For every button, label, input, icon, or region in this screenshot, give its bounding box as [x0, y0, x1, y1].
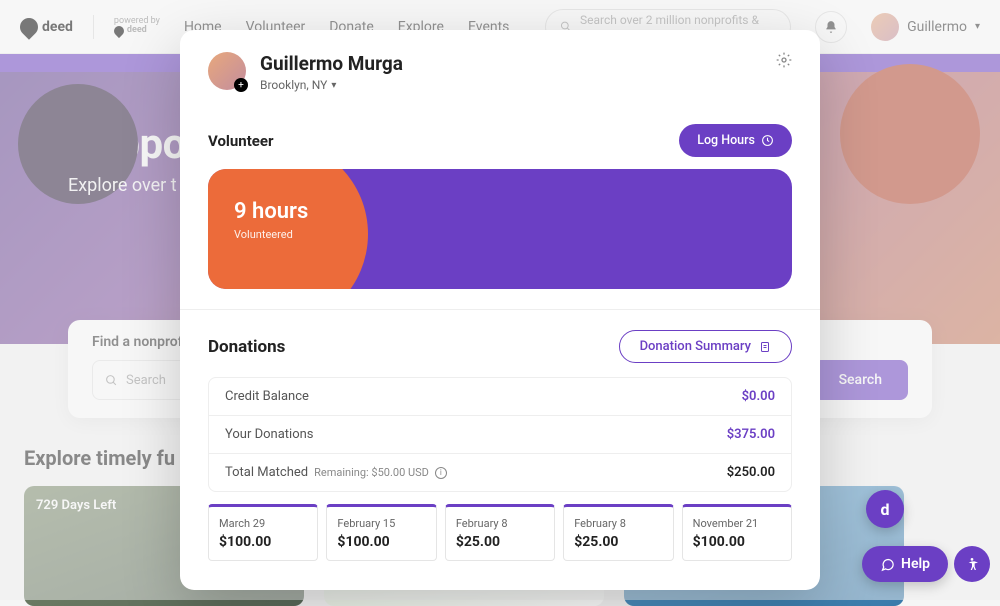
table-row: Credit Balance $0.00 [209, 378, 791, 416]
donation-summary-button[interactable]: Donation Summary [619, 330, 792, 363]
log-hours-button[interactable]: Log Hours [679, 124, 792, 157]
settings-button[interactable] [776, 52, 792, 68]
deed-icon: d [880, 500, 889, 519]
credit-balance-value: $0.00 [742, 389, 775, 404]
document-icon [759, 341, 771, 353]
total-matched-value: $250.00 [727, 465, 775, 480]
chat-icon [880, 557, 895, 572]
volunteer-hours-card[interactable]: 9 hours Volunteered [208, 169, 792, 289]
donation-card[interactable]: March 29$100.00 [208, 504, 318, 561]
accessibility-button[interactable] [954, 546, 990, 582]
volunteer-hours-value: 9 hours [234, 199, 766, 224]
donation-card[interactable]: February 8$25.00 [445, 504, 555, 561]
table-row: Total Matched Remaining: $50.00 USD i $2… [209, 454, 791, 491]
donations-summary-table: Credit Balance $0.00 Your Donations $375… [208, 377, 792, 492]
donation-card[interactable]: November 21$100.00 [682, 504, 792, 561]
table-row: Your Donations $375.00 [209, 416, 791, 454]
profile-name: Guillermo Murga [260, 52, 403, 75]
donation-card[interactable]: February 15$100.00 [326, 504, 436, 561]
chevron-down-icon: ▾ [331, 80, 336, 91]
donations-section-title: Donations [208, 337, 285, 357]
volunteer-hours-label: Volunteered [234, 228, 766, 241]
your-donations-value: $375.00 [727, 427, 775, 442]
info-icon[interactable]: i [435, 467, 447, 479]
volunteer-section-title: Volunteer [208, 132, 273, 150]
profile-location[interactable]: Brooklyn, NY ▾ [260, 78, 403, 92]
recent-donations-row: March 29$100.00 February 15$100.00 Febru… [180, 504, 820, 561]
clock-icon [761, 134, 774, 147]
modal-header: Guillermo Murga Brooklyn, NY ▾ [180, 30, 820, 108]
deed-fab[interactable]: d [866, 490, 904, 528]
accessibility-icon [964, 556, 980, 572]
help-button[interactable]: Help [862, 546, 948, 582]
profile-modal: Guillermo Murga Brooklyn, NY ▾ Volunteer… [180, 30, 820, 590]
profile-avatar[interactable] [208, 52, 246, 90]
gear-icon [776, 52, 792, 68]
donation-card[interactable]: February 8$25.00 [563, 504, 673, 561]
